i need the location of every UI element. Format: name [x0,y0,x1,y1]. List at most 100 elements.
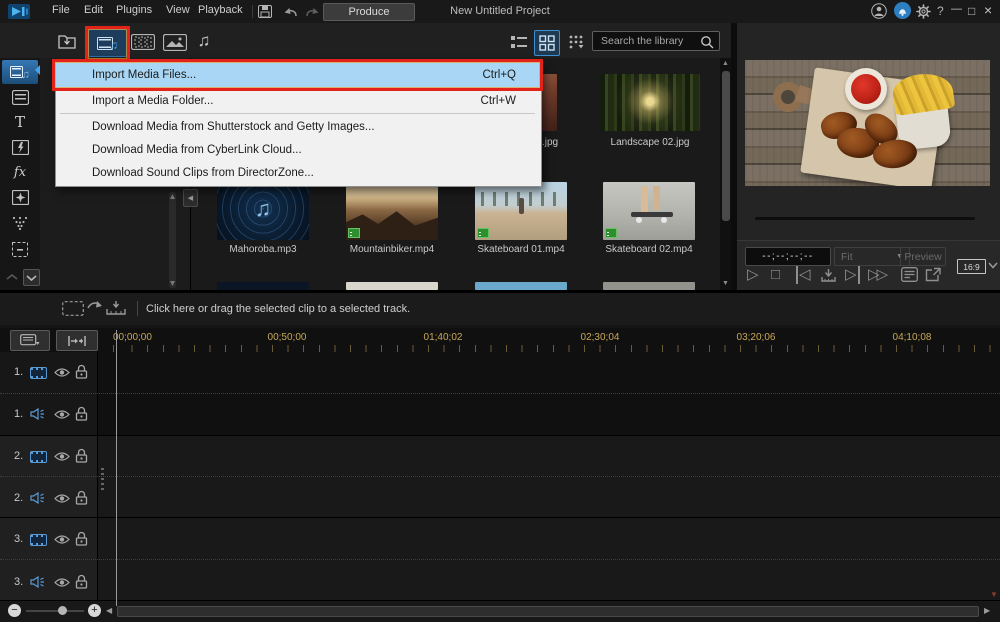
media-thumb-skateboard02[interactable] [603,182,695,240]
hscroll-thumb[interactable] [117,606,979,617]
toolbar-highlight-box [85,26,130,62]
drag-to-timeline-icon[interactable] [106,300,126,315]
scrollbar-thumb[interactable] [722,71,730,221]
skater-leg [653,186,660,210]
popout-window-icon[interactable] [925,267,942,282]
scrollbar-up-icon[interactable]: ▲ [722,60,729,67]
menu-item-download-cyberlink-cloud[interactable]: Download Media from CyberLink Cloud... [55,138,540,161]
menu-item-import-media-folder[interactable]: Import a Media Folder... Ctrl+W [55,89,540,112]
sidebar-media-room[interactable]: ♫ [2,60,38,84]
playhead[interactable] [116,330,117,606]
settings-gear-icon[interactable] [916,4,931,19]
notification-bell-icon[interactable] [894,2,911,19]
lock-icon[interactable] [75,448,88,463]
panel-collapse-icon[interactable]: ◀ [183,189,198,207]
lock-icon[interactable] [75,574,88,589]
undo-icon[interactable] [283,6,298,17]
sidebar-template-room[interactable] [2,86,38,108]
tree-scrollbar[interactable] [169,192,176,288]
menu-item-download-shutterstock[interactable]: Download Media from Shutterstock and Get… [55,115,540,138]
track-manager-button[interactable] [10,330,50,351]
eye-icon[interactable] [54,493,70,504]
preview-video-frame[interactable] [745,60,990,186]
fit-timeline-button[interactable] [56,330,98,351]
import-media-button[interactable] [52,28,82,54]
aspect-ratio-badge[interactable]: 16:9 [957,259,986,274]
sidebar-overlay-room[interactable] [2,136,38,158]
minimize-icon[interactable]: — [951,3,962,15]
zoom-out-button[interactable]: − [8,604,21,617]
eye-icon[interactable] [54,367,70,378]
zoom-slider-handle[interactable] [58,606,67,615]
insert-arrow-icon[interactable] [86,299,104,311]
library-scrollbar[interactable]: ▲ ▼ [720,58,731,290]
media-thumb-mahoroba[interactable]: ♫ [217,182,309,240]
snapshot-icon[interactable] [821,268,836,282]
hscroll-right-icon[interactable]: ▶ [984,606,990,615]
media-thumb-skateboard01[interactable] [475,182,567,240]
library-menu-button[interactable] [565,32,587,52]
sidebar-chapter-room[interactable] [2,238,38,260]
sidebar-transition-room[interactable] [2,186,38,208]
track-separator [0,476,1000,477]
video-room-button[interactable] [130,32,156,52]
media-thumb-partial[interactable] [475,282,567,290]
zoom-in-button[interactable]: + [88,604,101,617]
account-icon[interactable] [871,3,887,19]
previous-frame-icon[interactable]: ◁ [796,266,811,284]
produce-button[interactable]: Produce [323,3,415,21]
aspect-chevron-icon[interactable] [988,262,998,269]
sidebar-scroll-up-icon[interactable] [5,272,19,282]
media-thumb-partial[interactable] [603,282,695,290]
menu-file[interactable]: File [46,0,76,20]
sidebar-scroll-down-icon[interactable] [23,269,40,286]
redo-icon[interactable] [305,6,320,17]
media-thumb-partial[interactable] [217,282,309,290]
eye-icon[interactable] [54,451,70,462]
sidebar-effect-room[interactable]: fx [2,161,38,183]
grid-view-button[interactable] [534,30,560,56]
app-logo-icon [8,4,30,19]
eye-icon[interactable] [54,534,70,545]
fast-forward-icon[interactable]: ▷▷ [868,266,885,284]
eye-icon[interactable] [54,577,70,588]
sidebar-particle-room[interactable] [2,212,38,234]
menu-item-download-directorzone[interactable]: Download Sound Clips from DirectorZone..… [55,161,540,184]
scrollbar-down-icon[interactable]: ▼ [722,280,729,287]
track-scroll-down-icon[interactable]: ▼ [990,590,998,599]
menu-view[interactable]: View [160,0,196,20]
fit-dropdown[interactable]: Fit ▼ [834,247,910,266]
preview-timecode[interactable]: --;--;--;-- [745,247,831,266]
stop-icon[interactable]: □ [771,266,780,284]
save-icon[interactable] [258,5,272,18]
audio-room-button[interactable]: ♫ [193,30,215,52]
search-icon[interactable] [700,35,714,49]
lock-icon[interactable] [75,490,88,505]
lock-icon[interactable] [75,364,88,379]
media-thumb-partial[interactable] [346,282,438,290]
overlay-track-icon[interactable] [62,301,84,316]
zoom-slider-track[interactable] [26,610,84,612]
menu-plugins[interactable]: Plugins [110,0,158,20]
menu-edit[interactable]: Edit [78,0,109,20]
media-viewer-icon[interactable] [901,267,918,282]
maximize-icon[interactable]: □ [968,4,975,18]
preview-seekbar[interactable] [755,217,975,220]
next-frame-icon[interactable]: ▷ [845,266,860,284]
lock-icon[interactable] [75,406,88,421]
close-icon[interactable]: × [984,2,992,18]
photo-room-button[interactable] [162,32,188,52]
skateboard-wheel [661,217,667,223]
media-thumb-landscape02[interactable] [600,74,700,131]
preview-mode-button[interactable]: Preview [900,247,946,266]
sidebar-title-room[interactable]: T [2,111,38,133]
eye-icon[interactable] [54,409,70,420]
help-icon[interactable]: ? [937,4,944,18]
header-resize-handle[interactable] [101,468,104,492]
menu-playback[interactable]: Playback [192,0,249,20]
list-view-button[interactable] [508,32,530,52]
media-thumb-mountainbiker[interactable] [346,182,438,240]
hscroll-left-icon[interactable]: ◀ [106,606,112,615]
lock-icon[interactable] [75,531,88,546]
play-icon[interactable]: ▷ [747,266,759,284]
